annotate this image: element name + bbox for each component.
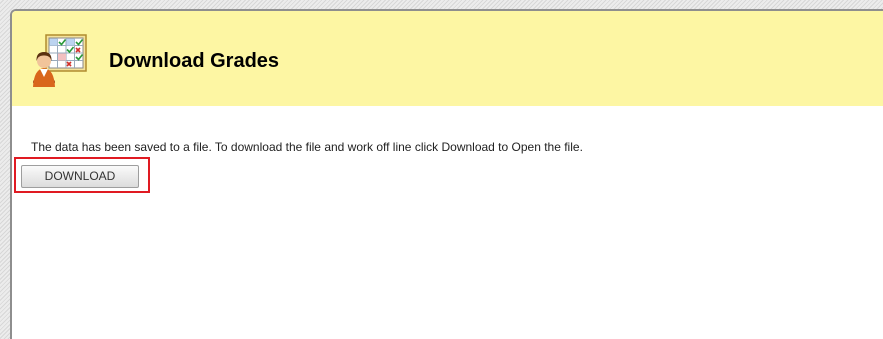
gradebook-user-icon bbox=[33, 34, 87, 87]
info-message: The data has been saved to a file. To do… bbox=[31, 140, 583, 154]
page-header: Download Grades bbox=[12, 11, 883, 106]
page-title: Download Grades bbox=[109, 50, 280, 72]
download-button[interactable]: DOWNLOAD bbox=[21, 165, 139, 188]
